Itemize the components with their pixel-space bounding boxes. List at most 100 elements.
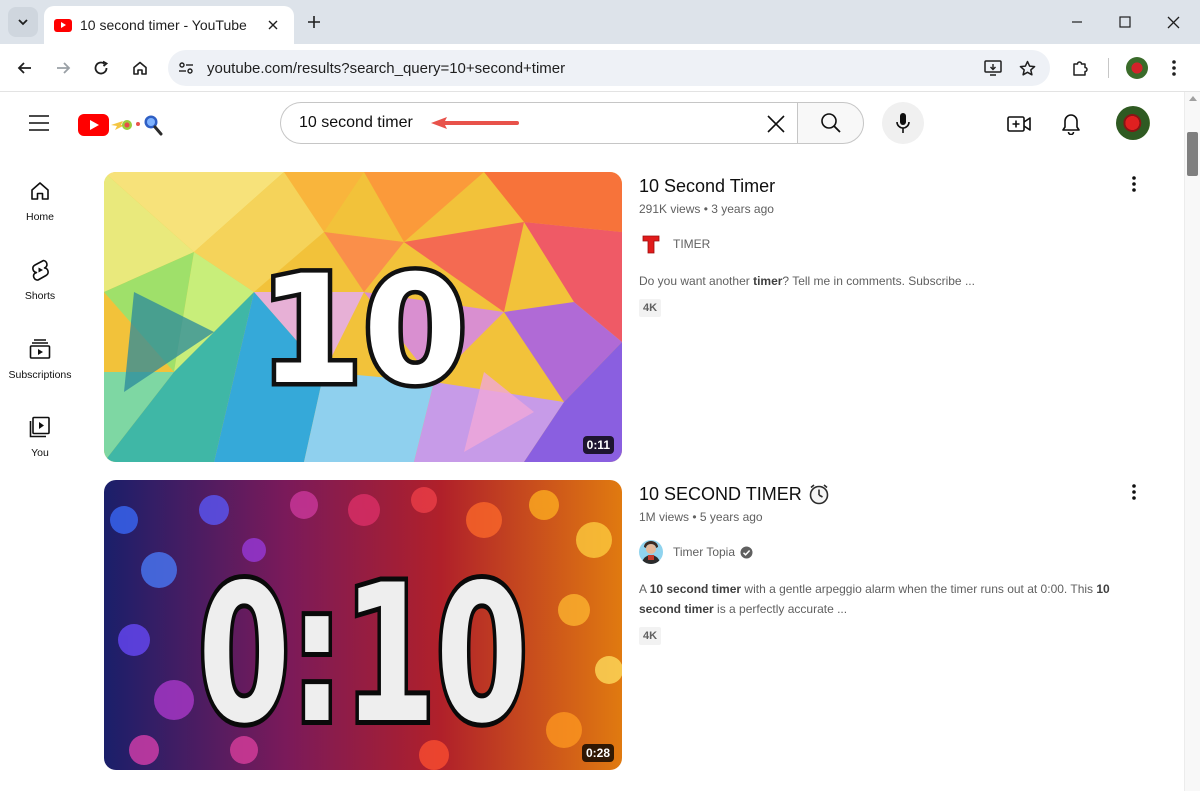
video-info: 10 Second Timer 291K views • 3 years ago… <box>639 172 1139 317</box>
youtube-play-icon <box>78 114 109 136</box>
puzzle-icon <box>1073 61 1088 76</box>
install-app-button[interactable] <box>976 51 1010 85</box>
scroll-up-arrow-icon[interactable] <box>1189 96 1197 101</box>
minimize-icon <box>1072 21 1082 23</box>
create-button[interactable] <box>1002 107 1036 141</box>
tab-close-button[interactable] <box>262 14 284 36</box>
desc-highlight: timer <box>753 274 783 288</box>
install-app-icon <box>984 60 1002 76</box>
new-tab-button[interactable] <box>300 8 328 36</box>
browser-tab-active[interactable]: 10 second timer - YouTube <box>44 6 294 44</box>
video-metadata: 1M views • 5 years ago <box>639 510 763 524</box>
video-description: Do you want another timer? Tell me in co… <box>639 271 1139 291</box>
guide-menu-button[interactable] <box>24 110 54 136</box>
annotation-arrow <box>431 117 519 129</box>
search-input[interactable] <box>299 114 429 132</box>
duration-badge: 0:11 <box>582 436 614 454</box>
kebab-icon <box>1132 484 1136 500</box>
channel-avatar-image <box>642 541 660 564</box>
bookmark-button[interactable] <box>1010 51 1044 85</box>
voice-search-button[interactable] <box>882 102 924 144</box>
home-icon <box>133 61 147 75</box>
minimize-button[interactable] <box>1054 7 1100 37</box>
profile-button[interactable] <box>1122 54 1152 82</box>
thumbnail-image: 0:10 <box>104 480 622 770</box>
tab-title: 10 second timer - YouTube <box>80 17 247 33</box>
guide-label: Home <box>25 211 54 223</box>
account-avatar[interactable] <box>1116 106 1150 140</box>
channel-name: TIMER <box>673 237 711 251</box>
mic-icon <box>896 113 910 133</box>
close-icon <box>268 20 278 30</box>
guide-label: You <box>31 447 49 459</box>
create-video-icon <box>1007 116 1031 132</box>
browser-toolbar: youtube.com/results?search_query=10+seco… <box>0 44 1200 92</box>
youtube-logo[interactable] <box>78 110 168 140</box>
library-icon <box>28 415 52 439</box>
site-info-button[interactable] <box>173 55 199 81</box>
video-title-text: 10 Second Timer <box>639 176 776 196</box>
scrollbar-thumb[interactable] <box>1187 132 1198 176</box>
search-button[interactable] <box>797 102 864 144</box>
video-description: A 10 second timer with a gentle arpeggio… <box>639 579 1139 619</box>
bell-icon <box>1062 114 1080 135</box>
kebab-icon <box>1132 176 1136 192</box>
chevron-down-icon <box>18 19 28 26</box>
home-button[interactable] <box>126 54 154 82</box>
desc-part: A <box>639 582 650 596</box>
toolbar-separator <box>1108 58 1109 78</box>
desc-part: is a perfectly accurate ... <box>713 602 848 616</box>
guide-item-home[interactable]: Home <box>4 175 76 245</box>
browser-menu-button[interactable] <box>1159 54 1189 82</box>
timer-t-logo-icon <box>642 235 660 254</box>
search-icon <box>820 113 841 133</box>
hamburger-icon <box>29 115 49 131</box>
page-scrollbar[interactable] <box>1184 92 1200 791</box>
video-title[interactable]: 10 Second Timer <box>639 173 1139 199</box>
channel-avatar <box>639 540 663 564</box>
desc-part: with a gentle arpeggio alarm when the ti… <box>741 582 1097 596</box>
guide-item-you[interactable]: You <box>4 411 76 481</box>
video-menu-button[interactable] <box>1122 172 1146 196</box>
star-icon <box>1019 60 1035 76</box>
view-count: 291K views <box>639 202 701 216</box>
thumbnail-image: 10 <box>104 172 622 462</box>
video-thumbnail[interactable]: 10 0:11 <box>104 172 622 462</box>
extensions-button[interactable] <box>1065 54 1095 82</box>
reload-icon <box>94 60 109 75</box>
site-settings-icon <box>179 62 193 74</box>
close-icon <box>1167 16 1179 28</box>
video-menu-button[interactable] <box>1122 480 1146 504</box>
tab-list-button[interactable] <box>8 7 38 37</box>
quality-badge: 4K <box>639 627 662 645</box>
thumbnail-text: 0:10 <box>198 544 528 765</box>
upload-age: 5 years ago <box>699 510 763 524</box>
thumbnail-text: 10 <box>259 244 468 418</box>
arrow-right-icon <box>57 62 71 74</box>
home-icon <box>28 179 52 203</box>
forward-button[interactable] <box>49 54 77 82</box>
plus-icon <box>308 16 320 28</box>
maximize-button[interactable] <box>1102 7 1148 37</box>
guide-label: Subscriptions <box>8 369 72 381</box>
back-button[interactable] <box>11 54 39 82</box>
video-title[interactable]: 10 SECOND TIMER <box>639 481 1139 507</box>
channel-row[interactable]: Timer Topia <box>639 540 1139 564</box>
video-title-text: 10 SECOND TIMER <box>639 484 802 504</box>
window-close-button[interactable] <box>1150 7 1196 37</box>
channel-row[interactable]: TIMER <box>639 232 1139 256</box>
duration-badge: 0:28 <box>581 744 614 762</box>
subscriptions-icon <box>28 337 52 361</box>
reload-button[interactable] <box>87 54 115 82</box>
notifications-button[interactable] <box>1054 107 1088 141</box>
guide-item-subscriptions[interactable]: Subscriptions <box>4 333 76 403</box>
url-text: youtube.com/results?search_query=10+seco… <box>207 59 566 77</box>
video-result: 10 0:11 10 Second Timer 291K views • 3 y… <box>104 172 1154 462</box>
video-thumbnail[interactable]: 0:10 0:28 <box>104 480 622 770</box>
alarm-clock-icon <box>809 484 829 505</box>
guide-item-shorts[interactable]: Shorts <box>4 254 76 324</box>
clear-search-button[interactable] <box>759 107 793 141</box>
address-bar[interactable]: youtube.com/results?search_query=10+seco… <box>168 50 1050 86</box>
video-info: 10 SECOND TIMER 1M views • 5 years ago T… <box>639 480 1139 645</box>
youtube-favicon-icon <box>54 18 72 32</box>
